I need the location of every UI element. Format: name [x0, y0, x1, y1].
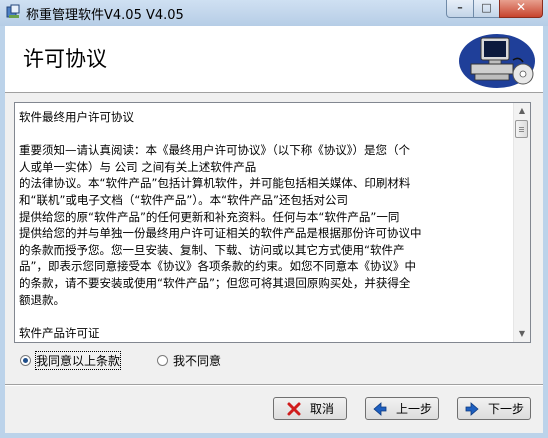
license-text: 软件最终用户许可协议 重要须知—请认真阅读：本《最终用户许可协议》（以下称《协议… — [19, 110, 422, 340]
cancel-button[interactable]: 取消 — [273, 397, 347, 420]
license-text-box[interactable]: 软件最终用户许可协议 重要须知—请认真阅读：本《最终用户许可协议》（以下称《协议… — [14, 102, 531, 343]
next-label: 下一步 — [487, 402, 524, 416]
title-bar: 称重管理软件V4.05 V4.05 – □ ✕ — [0, 0, 548, 26]
maximize-button[interactable]: □ — [473, 0, 500, 18]
red-x-icon — [287, 402, 301, 415]
agree-radio[interactable] — [20, 354, 31, 366]
minimize-button[interactable]: – — [446, 0, 474, 18]
left-arrow-icon — [373, 401, 387, 416]
agree-radio-option[interactable]: 我同意以上条款 — [20, 350, 122, 370]
previous-button[interactable]: 上一步 — [365, 397, 439, 420]
separator — [5, 384, 543, 386]
disagree-label[interactable]: 我不同意 — [173, 352, 221, 369]
disagree-radio[interactable] — [157, 354, 168, 366]
wizard-header: 许可协议 — [5, 26, 543, 93]
close-button[interactable]: ✕ — [499, 0, 543, 18]
previous-label: 上一步 — [395, 402, 432, 416]
vertical-scrollbar[interactable]: ▲ ▼ — [513, 103, 530, 342]
cancel-label: 取消 — [309, 402, 334, 416]
agree-label[interactable]: 我同意以上条款 — [34, 350, 122, 370]
right-arrow-icon — [465, 401, 479, 416]
scroll-up-arrow-icon[interactable]: ▲ — [514, 103, 530, 119]
wizard-client: 许可协议 软件最终用户许可协议 重要须知—请认真阅读：本《最终用户许可协议》（以… — [5, 26, 543, 433]
disagree-radio-option[interactable]: 我不同意 — [157, 352, 221, 368]
app-icon — [6, 4, 20, 18]
computer-cd-icon — [459, 34, 535, 88]
window-title: 称重管理软件V4.05 V4.05 — [26, 8, 184, 23]
scroll-down-arrow-icon[interactable]: ▼ — [514, 326, 530, 342]
page-title: 许可协议 — [23, 47, 107, 71]
next-button[interactable]: 下一步 — [457, 397, 531, 420]
scroll-thumb[interactable] — [515, 120, 528, 138]
